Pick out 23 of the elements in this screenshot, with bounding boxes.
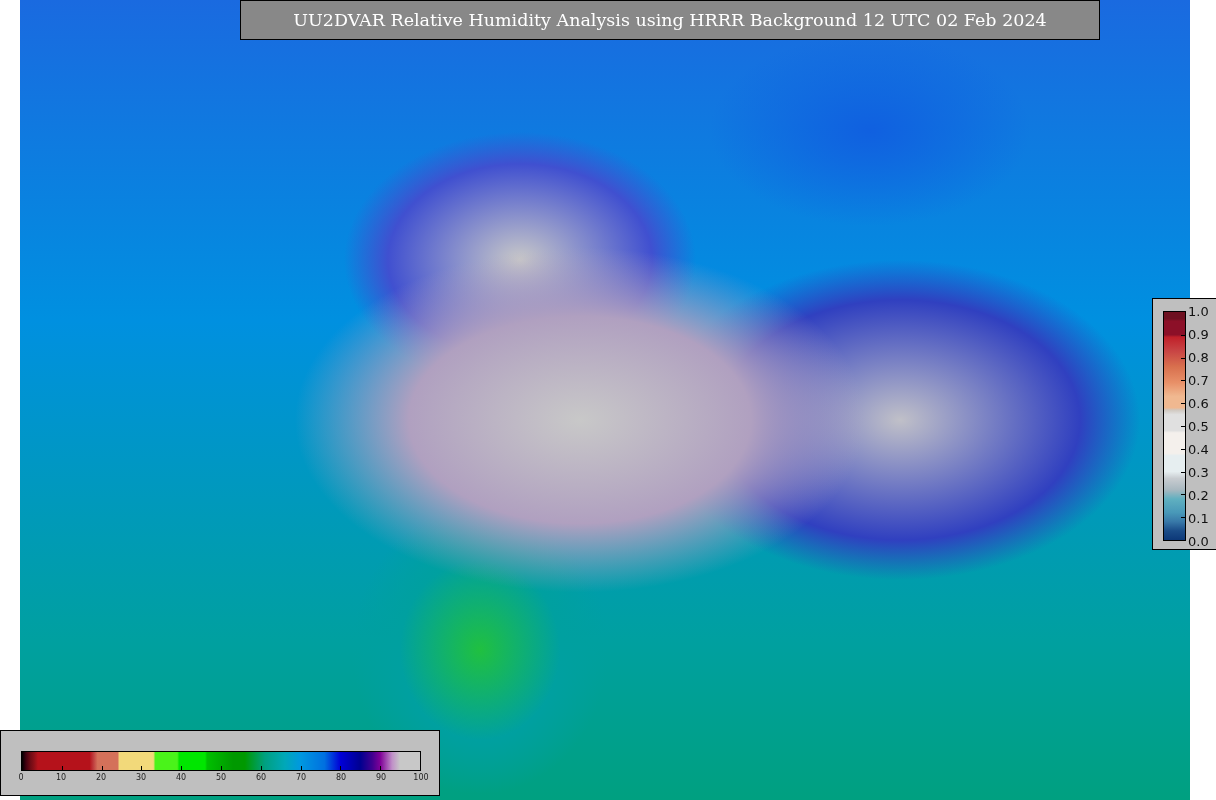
tick-label: 0.1: [1188, 509, 1209, 528]
tick-label: 0.6: [1188, 394, 1209, 413]
tick-label: 0.5: [1188, 417, 1209, 436]
tick-label: 30: [134, 773, 148, 783]
tick-label: 60: [254, 773, 268, 783]
tick-label: 0.2: [1188, 486, 1209, 505]
tick-label: 1.0: [1188, 302, 1209, 321]
tick-label: 0.8: [1188, 348, 1209, 367]
tick-label: 0.3: [1188, 463, 1209, 482]
map-title: UU2DVAR Relative Humidity Analysis using HRRR Background 12 UTC 02 Feb 2024: [240, 0, 1100, 40]
tick-label: 70: [294, 773, 308, 783]
tick-label: 40: [174, 773, 188, 783]
tick-label: 0: [17, 773, 25, 783]
tick-label: 0.9: [1188, 325, 1209, 344]
tick-label: 50: [214, 773, 228, 783]
tick-label: 100: [412, 773, 430, 783]
tick-label: 0.0: [1188, 532, 1209, 551]
tick-label: 20: [94, 773, 108, 783]
tick-label: 10: [54, 773, 68, 783]
tick-label: 0.4: [1188, 440, 1209, 459]
tick-label: 90: [374, 773, 388, 783]
tick-label: 0.7: [1188, 371, 1209, 390]
tick-label: 80: [334, 773, 348, 783]
